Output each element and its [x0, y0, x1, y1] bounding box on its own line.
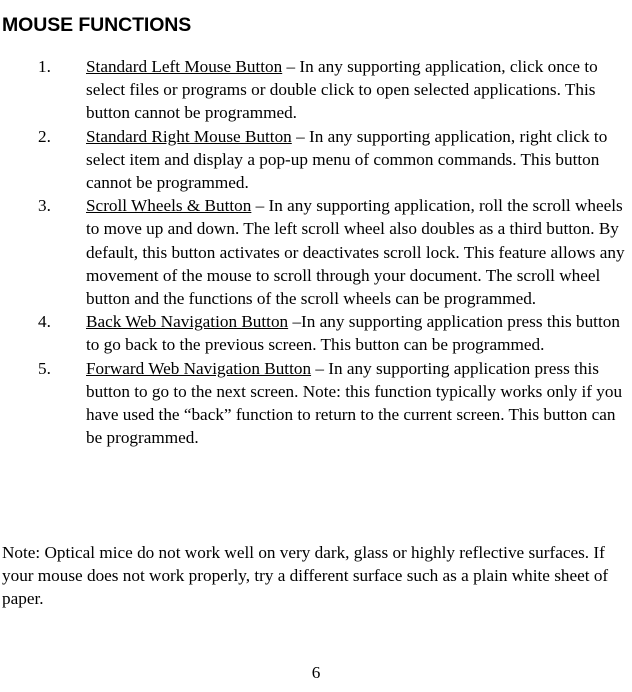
list-item: 2. Standard Right Mouse Button – In any … — [0, 125, 632, 195]
list-item-number: 3. — [38, 196, 51, 216]
document-page: MOUSE FUNCTIONS 1. Standard Left Mouse B… — [0, 0, 632, 692]
list-item-term: Scroll Wheels & Button — [86, 196, 252, 216]
list-item-number: 4. — [38, 312, 51, 332]
optical-mice-note: Note: Optical mice do not work well on v… — [2, 543, 609, 609]
list-item-term: Standard Left Mouse Button — [86, 57, 283, 76]
list-item-term: Standard Right Mouse Button — [86, 126, 292, 146]
list-item-term: Forward Web Navigation Button — [86, 358, 312, 378]
mouse-functions-list: 1. Standard Left Mouse Button – In any s… — [0, 55, 632, 449]
list-item: 5. Forward Web Navigation Button – In an… — [0, 357, 632, 450]
list-item: 4. Back Web Navigation Button –In any su… — [0, 310, 632, 356]
page-number: 6 — [311, 663, 321, 682]
list-item: 1. Standard Left Mouse Button – In any s… — [0, 55, 632, 125]
list-item: 3. Scroll Wheels & Button – In any suppo… — [0, 194, 632, 310]
page-title: MOUSE FUNCTIONS — [2, 14, 192, 37]
list-item-number: 5. — [38, 358, 51, 378]
list-item-number: 1. — [38, 57, 51, 76]
list-item-term: Back Web Navigation Button — [86, 312, 289, 332]
list-item-number: 2. — [38, 126, 51, 146]
